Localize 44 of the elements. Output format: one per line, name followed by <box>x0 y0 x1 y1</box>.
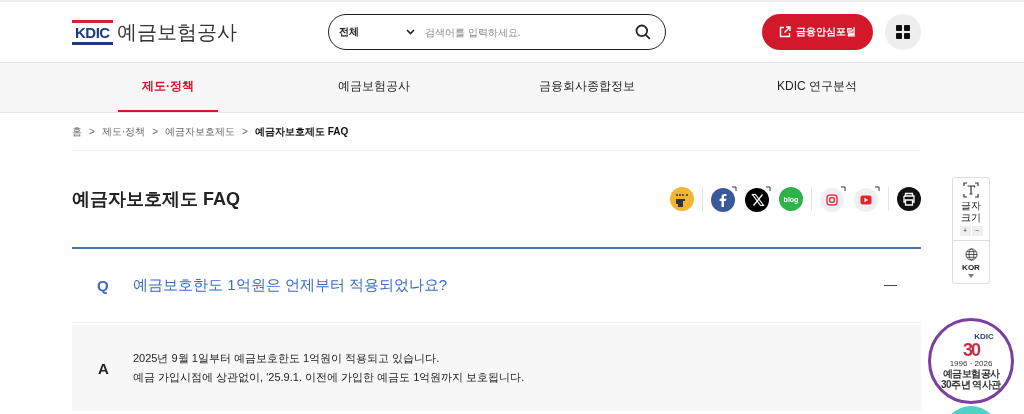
breadcrumb-separator: > <box>152 126 159 137</box>
logo-text: 예금보험공사 <box>116 19 237 45</box>
logo[interactable]: KDIC 예금보험공사 <box>72 18 328 46</box>
portal-button[interactable]: 금융안심포털 <box>762 14 873 50</box>
anniversary-badge[interactable]: KDIC 30 1996 · 2026 예금보험공사 30주년 역사관 <box>928 318 1014 404</box>
answer-text: 2025년 9월 1일부터 예금보호한도 1억원이 적용되고 있습니다. <box>133 351 441 366</box>
text-size-icon <box>963 182 979 198</box>
chevron-down-icon <box>406 29 415 35</box>
facebook-icon[interactable] <box>711 186 737 212</box>
globe-icon <box>964 248 978 261</box>
caret-down-icon <box>968 274 974 278</box>
breadcrumb-link[interactable]: 제도·정책 <box>101 124 146 139</box>
all-menu-button[interactable] <box>885 14 921 50</box>
instagram-icon[interactable] <box>820 186 846 212</box>
x-logo-icon[interactable] <box>745 186 771 212</box>
scope-dropdown[interactable]: 전체 <box>339 25 415 39</box>
breadcrumb-link[interactable]: 홈 <box>72 124 82 139</box>
breadcrumb-link[interactable]: 예금자보호제도 FAQ <box>254 124 349 139</box>
question-mark-label: Q <box>97 277 110 294</box>
breadcrumb-separator: > <box>242 126 248 137</box>
answer-text: 예금 가입시점에 상관없이, '25.9.1. 이전에 가입한 예금도 1억원까지 보호됩니다. <box>133 370 525 385</box>
faq-question[interactable]: 예금보호한도 1억원은 언제부터 적용되었나요? <box>133 276 884 295</box>
nav-tab[interactable]: KDIC 연구분석 <box>740 63 894 112</box>
external-link-icon <box>779 26 791 38</box>
grid-menu-icon <box>896 25 910 39</box>
answer-mark-label: A <box>98 359 110 377</box>
nav-tab[interactable]: 금융회사종합정보 <box>530 63 644 112</box>
search-icon[interactable] <box>635 24 651 40</box>
sign-language-icon[interactable] <box>670 187 694 211</box>
nav-tab[interactable]: 예금보험공사 <box>314 63 434 112</box>
badge-number: 30 <box>963 340 979 359</box>
youtube-icon[interactable] <box>854 186 880 212</box>
badge-caption: 예금보험공사 <box>942 367 1000 379</box>
breadcrumb-link[interactable]: 예금자보호제도 <box>165 124 236 139</box>
font-size-label: 글자 크기 <box>960 200 982 224</box>
badge-caption: 30주년 역사관 <box>941 378 1001 390</box>
nav-tab[interactable]: 제도·정책 <box>118 63 218 112</box>
print-icon[interactable] <box>897 187 921 211</box>
logo-mark: KDIC <box>72 19 113 45</box>
page-title: 예금자보호제도 FAQ <box>72 188 240 211</box>
breadcrumb-separator: > <box>89 126 95 137</box>
badge-brand-text: KDIC <box>974 332 994 341</box>
language-selector[interactable]: KOR <box>962 263 980 272</box>
badge-years: 1996 · 2026 <box>949 358 993 368</box>
